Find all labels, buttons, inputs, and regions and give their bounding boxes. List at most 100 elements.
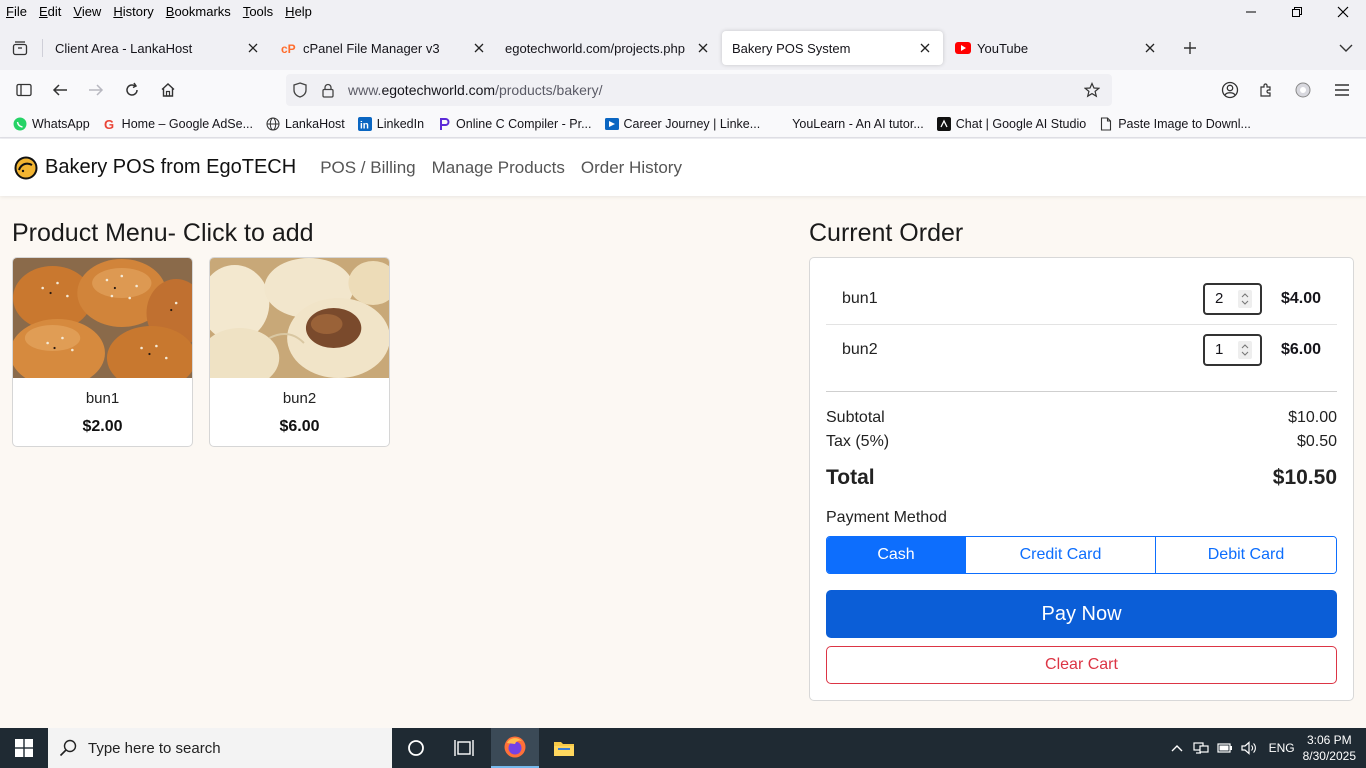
menu-view[interactable]: View	[67, 0, 107, 24]
taskbar-clock[interactable]: 3:06 PM 8/30/2025	[1303, 732, 1356, 764]
brand[interactable]: Bakery POS from EgoTECH	[14, 156, 296, 180]
google-icon: G	[102, 116, 118, 132]
tab-cpanel[interactable]: cP cPanel File Manager v3	[271, 31, 497, 65]
close-tab-icon[interactable]	[245, 40, 261, 56]
forward-button[interactable]	[82, 76, 110, 104]
current-order-title: Current Order	[809, 219, 964, 247]
lock-icon[interactable]	[314, 76, 342, 104]
system-tray: ENG 3:06 PM 8/30/2025	[1165, 728, 1366, 768]
tab-client-area[interactable]: Client Area - LankaHost	[45, 31, 271, 65]
bookmark-career-journey[interactable]: Career Journey | Linke...	[598, 116, 767, 132]
new-tab-button[interactable]	[1178, 36, 1202, 60]
bookmark-linkedin[interactable]: in LinkedIn	[351, 116, 430, 132]
bookmark-star-icon[interactable]	[1078, 76, 1106, 104]
tax-line: Tax (5%) $0.50	[826, 433, 1337, 451]
url-bar[interactable]: www.egotechworld.com/products/bakery/	[286, 74, 1112, 106]
close-window-button[interactable]	[1320, 0, 1366, 24]
bookmark-lankahost[interactable]: LankaHost	[259, 116, 351, 132]
bookmark-label: WhatsApp	[32, 116, 90, 131]
bookmark-paste-image[interactable]: Paste Image to Downl...	[1092, 116, 1257, 132]
close-tab-icon[interactable]	[695, 40, 711, 56]
bookmark-google-ai-studio[interactable]: Chat | Google AI Studio	[930, 116, 1092, 132]
cortana-circle-icon	[408, 740, 424, 756]
clock-date: 8/30/2025	[1302, 749, 1356, 763]
file-explorer-button[interactable]	[540, 728, 588, 768]
tracking-protection-shield-icon[interactable]	[286, 76, 314, 104]
menu-file[interactable]: File	[0, 0, 33, 24]
subtotal-label: Subtotal	[826, 409, 885, 426]
menu-help[interactable]: Help	[279, 0, 318, 24]
menu-tools[interactable]: Tools	[237, 0, 279, 24]
network-icon[interactable]	[1189, 728, 1213, 768]
payment-cash-button[interactable]: Cash	[827, 537, 965, 573]
bookmark-label: Career Journey | Linke...	[623, 116, 761, 131]
account-icon	[1221, 81, 1239, 99]
svg-text:G: G	[104, 117, 114, 131]
start-button[interactable]	[0, 728, 48, 768]
nav-order-history[interactable]: Order History	[581, 158, 682, 178]
quantity-value: 1	[1215, 341, 1224, 358]
page-content: Bakery POS from EgoTECH POS / Billing Ma…	[0, 139, 1366, 728]
back-button[interactable]	[46, 76, 74, 104]
url-text[interactable]: www.egotechworld.com/products/bakery/	[348, 82, 602, 98]
chevron-down-icon	[1339, 44, 1353, 52]
app-menu-button[interactable]	[1328, 76, 1356, 104]
firefox-taskbar-button[interactable]	[491, 728, 539, 768]
bookmark-label: YouLearn - An AI tutor...	[792, 116, 924, 131]
tab-list-button[interactable]	[8, 36, 32, 60]
whatsapp-icon	[12, 116, 28, 132]
close-tab-icon[interactable]	[1142, 40, 1158, 56]
account-button[interactable]	[1216, 76, 1244, 104]
tab-bakery-pos[interactable]: Bakery POS System	[722, 31, 943, 65]
taskbar-search-box[interactable]: Type here to search	[48, 728, 392, 768]
pay-now-button[interactable]: Pay Now	[826, 590, 1337, 638]
folder-icon	[554, 742, 574, 756]
reload-button[interactable]	[118, 76, 146, 104]
product-card-bun2[interactable]: bun2 $6.00	[209, 257, 390, 447]
close-tab-icon[interactable]	[917, 40, 933, 56]
spinner-arrows-icon[interactable]	[1238, 289, 1252, 308]
menu-bookmarks[interactable]: Bookmarks	[160, 0, 237, 24]
menu-edit[interactable]: Edit	[33, 0, 67, 24]
menu-bar: File Edit View History Bookmarks Tools H…	[0, 0, 1366, 24]
spinner-arrows-icon[interactable]	[1238, 340, 1252, 359]
nav-manage-products[interactable]: Manage Products	[432, 158, 565, 178]
tab-youtube[interactable]: YouTube	[945, 31, 1168, 65]
bookmarks-toolbar: WhatsApp G Home – Google AdSe... LankaHo…	[0, 110, 1366, 138]
order-item-total: $6.00	[1280, 340, 1321, 358]
bookmark-google-adsense[interactable]: G Home – Google AdSe...	[96, 116, 259, 132]
list-all-tabs-button[interactable]	[1334, 36, 1358, 60]
input-language-indicator[interactable]: ENG	[1269, 741, 1295, 755]
minimize-button[interactable]	[1228, 0, 1274, 24]
profile-extension-button[interactable]	[1289, 76, 1317, 104]
close-tab-icon[interactable]	[471, 40, 487, 56]
quantity-input[interactable]: 1	[1203, 333, 1262, 366]
subtotal-line: Subtotal $10.00	[826, 409, 1337, 427]
payment-debit-card-button[interactable]: Debit Card	[1155, 537, 1336, 573]
tab-projects[interactable]: egotechworld.com/projects.php	[495, 31, 721, 65]
bookmark-online-c-compiler[interactable]: Online C Compiler - Pr...	[430, 116, 597, 132]
extensions-button[interactable]	[1252, 76, 1280, 104]
tab-title: Client Area - LankaHost	[55, 40, 193, 56]
cortana-button[interactable]	[392, 728, 440, 768]
home-icon	[161, 83, 175, 97]
volume-icon[interactable]	[1237, 728, 1261, 768]
product-name: bun2	[282, 390, 317, 407]
extension-badge-icon	[1295, 82, 1311, 98]
task-view-button[interactable]	[440, 728, 488, 768]
show-hidden-icons-chevron-icon[interactable]	[1165, 728, 1189, 768]
quantity-input[interactable]: 2	[1203, 282, 1262, 315]
product-card-bun1[interactable]: bun1 $2.00	[12, 257, 193, 447]
home-button[interactable]	[154, 76, 182, 104]
payment-credit-card-button[interactable]: Credit Card	[965, 537, 1155, 573]
restore-button[interactable]	[1274, 0, 1320, 24]
bookmark-whatsapp[interactable]: WhatsApp	[6, 116, 96, 132]
sidebar-button[interactable]	[10, 76, 38, 104]
bookmark-youlearn[interactable]: YouLearn - An AI tutor...	[766, 116, 930, 132]
sidebar-icon	[16, 83, 32, 97]
nav-pos-billing[interactable]: POS / Billing	[320, 158, 415, 178]
battery-icon[interactable]	[1213, 728, 1237, 768]
menu-history[interactable]: History	[107, 0, 159, 24]
clear-cart-button[interactable]: Clear Cart	[826, 646, 1337, 684]
total-label: Total	[826, 466, 875, 489]
